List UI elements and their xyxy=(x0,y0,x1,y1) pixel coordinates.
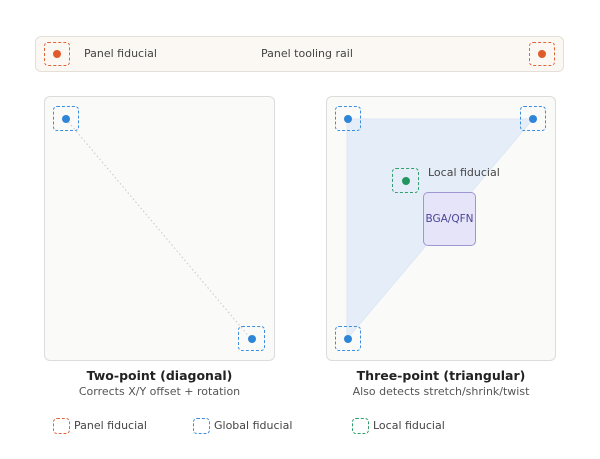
global-fiducial-bottom-left xyxy=(335,326,361,351)
legend-global-swatch xyxy=(193,418,210,434)
three-point-subtitle: Also detects stretch/shrink/twist xyxy=(352,385,530,398)
legend-panel-label: Panel fiducial xyxy=(74,419,147,432)
local-fiducial-dot xyxy=(401,176,410,185)
legend-local-label: Local fiducial xyxy=(373,419,445,432)
legend-panel-swatch xyxy=(53,418,70,434)
chip-label: BGA/QFN xyxy=(425,213,474,225)
global-fiducial-top-left xyxy=(335,106,361,131)
global-fiducial-dot xyxy=(344,334,352,343)
global-fiducial-dot xyxy=(344,114,352,123)
legend-local-swatch xyxy=(352,418,369,434)
legend-global-label: Global fiducial xyxy=(214,419,293,432)
bga-qfn-component: BGA/QFN xyxy=(423,192,476,246)
local-fiducial xyxy=(392,168,419,193)
global-fiducial-dot xyxy=(529,114,537,123)
local-fiducial-label: Local fiducial xyxy=(428,166,500,179)
three-point-title: Three-point (triangular) xyxy=(356,368,526,383)
global-fiducial-top-right xyxy=(520,106,546,131)
